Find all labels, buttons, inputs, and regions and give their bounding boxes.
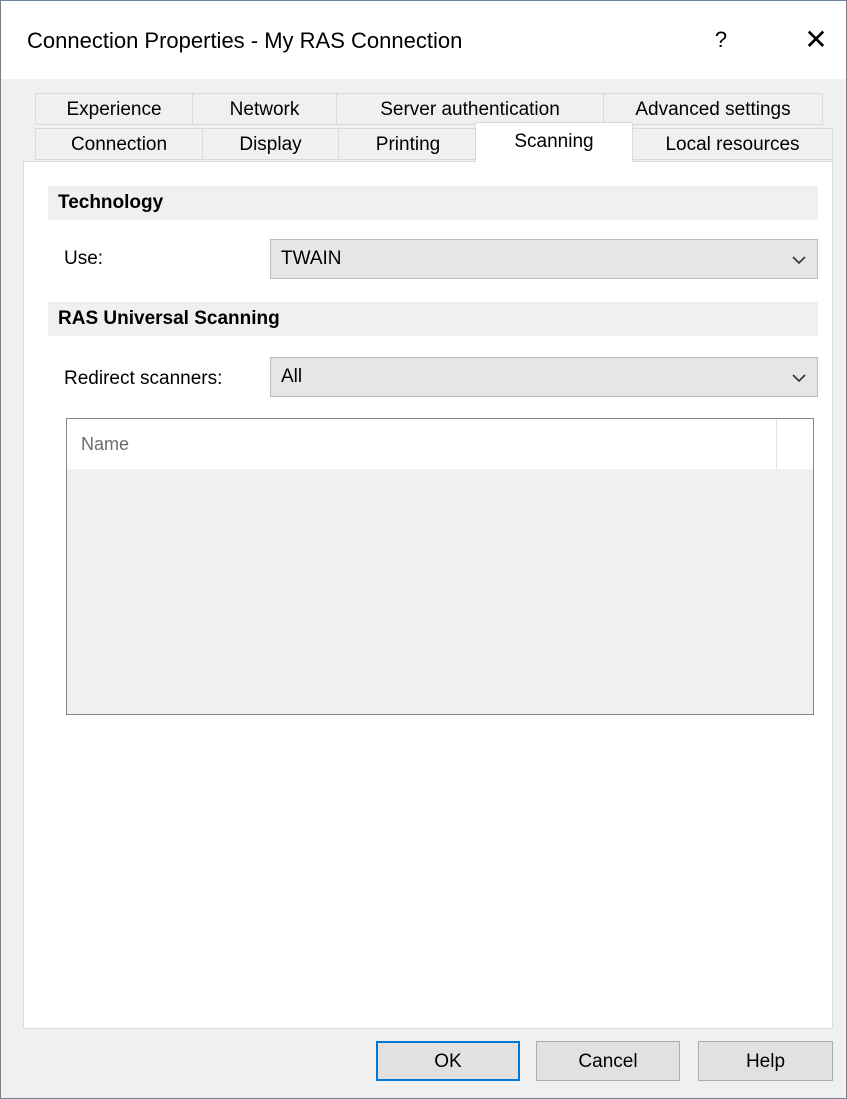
tab-label: Scanning <box>514 131 594 152</box>
selected-value: All <box>281 366 303 387</box>
selected-value: TWAIN <box>281 248 342 269</box>
technology-section-header: Technology <box>48 186 818 220</box>
tab-network[interactable]: Network <box>192 93 337 125</box>
column-header-label: Name <box>81 434 130 454</box>
chevron-down-icon <box>789 247 809 271</box>
tab-printing[interactable]: Printing <box>338 128 478 160</box>
redirect-scanners-label: Redirect scanners: <box>64 368 223 389</box>
universal-scanning-section-header: RAS Universal Scanning <box>48 302 818 336</box>
tab-label: Printing <box>375 134 441 155</box>
chevron-down-icon <box>789 365 809 389</box>
cancel-button[interactable]: Cancel <box>536 1041 680 1081</box>
close-button[interactable]: ✕ <box>791 17 841 63</box>
help-title-button[interactable]: ? <box>701 17 741 63</box>
tab-advanced-settings[interactable]: Advanced settings <box>603 93 823 125</box>
tab-scanning[interactable]: Scanning <box>475 122 633 162</box>
tab-label: Experience <box>66 99 162 120</box>
section-title: RAS Universal Scanning <box>58 308 280 329</box>
tab-local-resources[interactable]: Local resources <box>632 128 833 160</box>
column-header-name[interactable]: Name <box>67 419 777 469</box>
scanner-list[interactable]: Name <box>66 418 814 715</box>
tab-label: Display <box>239 134 302 155</box>
tab-display[interactable]: Display <box>202 128 339 160</box>
tab-connection[interactable]: Connection <box>35 128 203 160</box>
section-title: Technology <box>58 192 164 213</box>
list-header: Name <box>67 419 813 469</box>
ok-button[interactable]: OK <box>376 1041 520 1081</box>
tab-label: Network <box>229 99 300 120</box>
connection-properties-dialog: Connection Properties - My RAS Connectio… <box>0 0 847 1099</box>
tab-label: Connection <box>70 134 168 155</box>
tab-label: Advanced settings <box>635 99 791 120</box>
technology-select[interactable]: TWAIN <box>270 239 818 279</box>
help-button[interactable]: Help <box>698 1041 833 1081</box>
dialog-title: Connection Properties - My RAS Connectio… <box>27 28 463 53</box>
tab-label: Local resources <box>665 134 800 155</box>
tab-server-authentication[interactable]: Server authentication <box>336 93 604 125</box>
redirect-scanners-select[interactable]: All <box>270 357 818 397</box>
title-bar: Connection Properties - My RAS Connectio… <box>1 1 846 79</box>
tab-label: Server authentication <box>380 99 560 120</box>
tab-experience[interactable]: Experience <box>35 93 193 125</box>
use-label: Use: <box>64 248 104 269</box>
scanning-tab-panel: Technology Use: TWAIN RAS Universal Scan… <box>23 161 833 1029</box>
